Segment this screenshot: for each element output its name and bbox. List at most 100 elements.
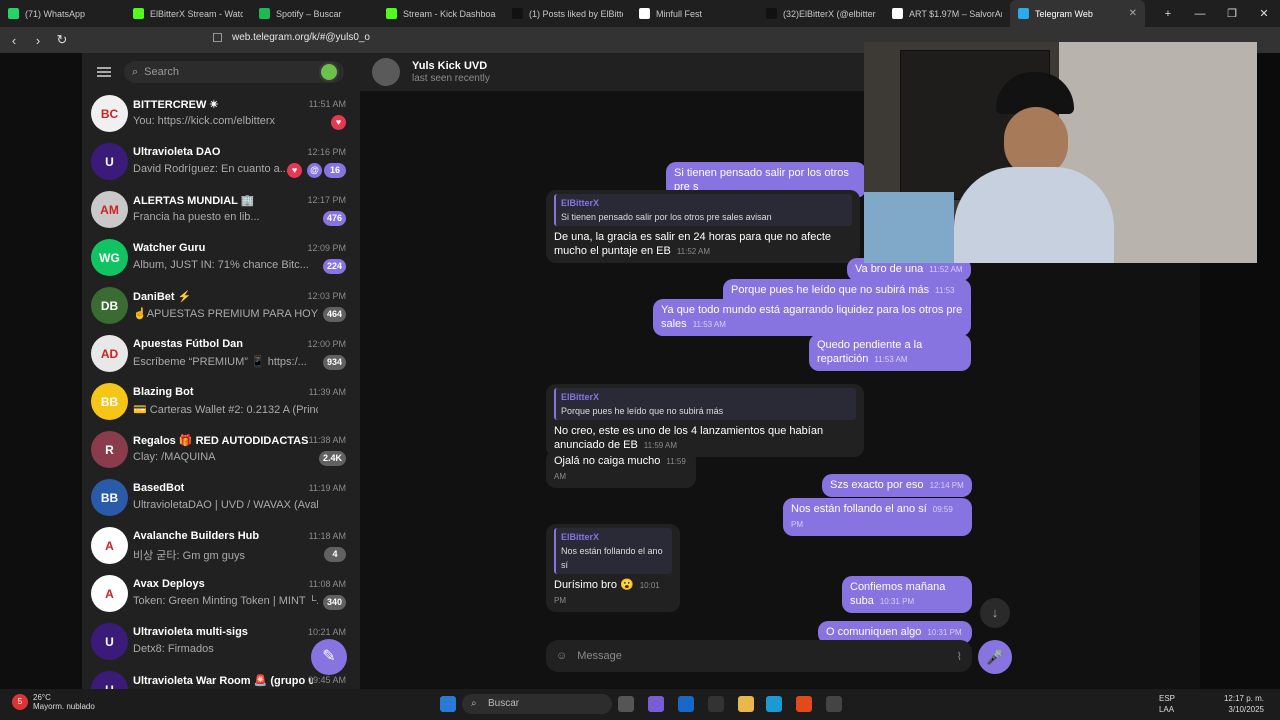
reload-icon[interactable]: ↻ (52, 32, 72, 48)
unread-badge: 224 (322, 259, 346, 274)
browser-tab[interactable]: Stream - Kick Dashboard (378, 0, 504, 27)
chat-list-item[interactable]: R Regalos 🎁 RED AUTODIDACTAS 11:38 AM Clay:… (82, 427, 360, 475)
reply-quote[interactable]: ElBitterX Porque pues he leído que no sub… (554, 388, 856, 420)
tab-label: Minfull Fest (656, 8, 703, 19)
chat-list-item[interactable]: DB DaniBet ⚡ 12:03 PM ☝APUESTAS PREMIUM PAR… (82, 283, 360, 331)
avatar[interactable] (372, 58, 400, 86)
chat-list-item[interactable]: A Avax Deploys 11:08 AM Token: Green Mintin… (82, 571, 360, 619)
reply-author: ElBitterX (561, 532, 600, 542)
chat-preview: 💳 Carteras Wallet #2: 0.2132 A (Principa… (133, 404, 318, 416)
chat-list-item[interactable]: AD Apuestas Fútbol Dan 12:00 PM Escríbeme “… (82, 331, 360, 379)
chat-preview: Francia ha puesto en lib... (133, 211, 260, 223)
chat-name: Watcher Guru (133, 242, 206, 254)
new-message-button[interactable]: ✎ (311, 639, 347, 675)
store-icon[interactable] (678, 696, 694, 712)
chat-list-item[interactable]: BB Blazing Bot 11:39 AM 💳 Carteras Wallet #… (82, 379, 360, 427)
brave-icon[interactable] (796, 696, 812, 712)
browser-tab[interactable]: ElBitterX Stream - Watch L (125, 0, 251, 27)
edge-icon[interactable] (766, 696, 782, 712)
reply-text: Nos están follando el ano sí (561, 546, 663, 570)
copilot-icon[interactable] (648, 696, 664, 712)
language-indicator[interactable]: ESP LAA (1159, 693, 1175, 715)
reply-quote[interactable]: ElBitterX Si tienen pensado salir por los… (554, 194, 852, 226)
chat-time: 11:19 AM (308, 483, 346, 493)
browser-tab[interactable]: Telegram Web ✕ (1010, 0, 1145, 27)
windows-start-icon[interactable] (440, 696, 456, 712)
chat-list-item[interactable]: BC BITTERCREW ✴ 11:51 AM You: https://kick.… (82, 91, 360, 139)
menu-icon[interactable] (97, 65, 111, 79)
message-time: 11:53 AM (874, 355, 908, 364)
chat-name: BasedBot (133, 482, 185, 494)
forward-icon[interactable]: › (28, 33, 48, 48)
chat-preview: Token: Green Minting Token | MINT └... (133, 595, 318, 607)
browser-tab[interactable]: (1) Posts liked by ElBitterX (504, 0, 631, 27)
taskbar-search[interactable]: ⌕ Buscar (462, 694, 612, 714)
search-icon: ⌕ (132, 65, 139, 78)
message-bubble[interactable]: ElBitterX Si tienen pensado salir por los… (546, 190, 860, 263)
message-bubble[interactable]: Quedo pendiente a la repartición 11:53 AM (809, 334, 971, 371)
emoji-icon[interactable]: ☺ (556, 650, 567, 662)
avatar: R (91, 431, 128, 468)
message-text: Porque pues he leído que no subirá más (731, 284, 930, 296)
chat-name: Blazing Bot (133, 386, 194, 398)
maximize-button[interactable]: ❐ (1216, 7, 1248, 20)
task-view-icon[interactable] (618, 696, 634, 712)
tab-label: (71) WhatsApp (25, 8, 86, 19)
back-icon[interactable]: ‹ (4, 33, 24, 48)
bookmark-icon[interactable]: ☐ (212, 31, 223, 45)
message-bubble[interactable]: Nos están follando el ano sí 09:59 PM (783, 498, 972, 536)
chat-time: 10:21 AM (307, 627, 346, 637)
unread-badge: 4 (324, 547, 346, 562)
message-input[interactable]: ☺ Message ⌇ (546, 640, 972, 672)
message-bubble[interactable]: Ya que todo mundo está agarrando liquide… (653, 299, 971, 336)
chat-list-sidebar: ⌕ Search BC BITTERCREW ✴ 11:51 AM You: http… (82, 53, 360, 689)
reply-quote[interactable]: ElBitterX Nos están follando el ano sí (554, 528, 672, 574)
folder-icon[interactable] (738, 696, 754, 712)
message-bubble[interactable]: Szs exacto por eso 12:14 PM (822, 474, 972, 497)
message-bubble[interactable]: Ojalá no caiga mucho 11:59 AM (546, 450, 696, 488)
widgets-icon[interactable] (708, 696, 724, 712)
tab-label: (1) Posts liked by ElBitterX (529, 8, 623, 19)
tab-label: Stream - Kick Dashboard (403, 8, 496, 19)
weather-temp: 26°C (33, 693, 51, 702)
browser-tab[interactable]: Minfull Fest (631, 0, 758, 27)
clock[interactable]: 12:17 p. m. 3/10/2025 (1224, 693, 1264, 715)
url-field[interactable]: web.telegram.org/k/#@yuls0_o (232, 32, 370, 43)
chat-time: 12:17 PM (307, 195, 346, 205)
message-text: Durísimo bro 😮 (554, 579, 634, 591)
chat-time: 12:09 PM (307, 243, 346, 253)
search-input[interactable]: ⌕ Search (124, 61, 344, 83)
obs-icon[interactable] (826, 696, 842, 712)
message-bubble[interactable]: ElBitterX Nos están follando el ano sí Dur… (546, 524, 680, 612)
chat-time: 12:16 PM (307, 147, 346, 157)
close-window-button[interactable]: ✕ (1248, 7, 1280, 20)
chat-list-item[interactable]: A Avalanche Builders Hub 11:18 AM 비상 굳타: Gm… (82, 523, 360, 571)
reply-text: Si tienen pensado salir por los otros pr… (561, 212, 772, 222)
chat-list-item[interactable]: AM ALERTAS MUNDIAL 🏢 12:17 PM Francia ha pu… (82, 187, 360, 235)
chat-list-item[interactable]: BB BasedBot 11:19 AM UltravioletaDAO | UVD … (82, 475, 360, 523)
chat-list-item[interactable]: U Ultravioleta DAO 12:16 PM David Rodríguez… (82, 139, 360, 187)
new-tab-button[interactable]: + (1152, 8, 1184, 20)
search-icon: ⌕ (471, 698, 477, 709)
message-bubble[interactable]: Confiemos mañana suba 10:31 PM (842, 576, 972, 613)
browser-tab[interactable]: Spotify – Buscar (251, 0, 378, 27)
close-tab-icon[interactable]: ✕ (1129, 8, 1137, 19)
chat-list-item[interactable]: WG Watcher Guru 12:09 PM Album, JUST IN: 71… (82, 235, 360, 283)
message-bubble[interactable]: ElBitterX Porque pues he leído que no sub… (546, 384, 864, 457)
chat-status: last seen recently (412, 73, 490, 84)
weather-desc: Mayorm. nublado (33, 702, 95, 711)
status-icon[interactable] (319, 62, 339, 82)
notification-icon[interactable]: 5 (12, 694, 28, 710)
microphone-button[interactable]: 🎤 (978, 640, 1012, 674)
browser-tab[interactable]: ART $1.97M – SalvorArt.io (884, 0, 1010, 27)
browser-tab[interactable]: (32)ElBitterX (@elbitterx.k (758, 0, 884, 27)
scroll-down-icon[interactable]: ↓ (980, 598, 1010, 628)
avatar: A (91, 575, 128, 612)
tab-favicon-icon (386, 8, 397, 19)
browser-tab[interactable]: (71) WhatsApp (0, 0, 125, 27)
unread-badge: 464 (322, 307, 346, 322)
attach-icon[interactable]: ⌇ (957, 650, 962, 663)
chat-time: 09:45 AM (307, 675, 346, 685)
weather-widget[interactable]: 26°C Mayorm. nublado (33, 693, 95, 711)
minimize-button[interactable]: — (1184, 8, 1216, 20)
